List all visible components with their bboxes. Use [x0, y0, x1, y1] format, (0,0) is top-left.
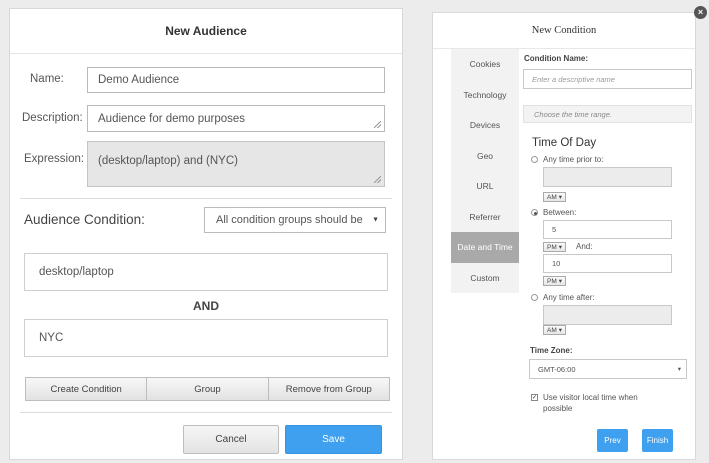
chevron-down-icon: ▾	[558, 244, 563, 251]
expression-value: (desktop/laptop) and (NYC)	[98, 155, 238, 167]
new-audience-dialog: New Audience Name: Demo Audience Descrip…	[9, 8, 403, 460]
expression-input: (desktop/laptop) and (NYC)	[87, 141, 385, 187]
chevron-down-icon: ▾	[677, 366, 681, 373]
between-start-ampm-value: PM	[547, 243, 557, 251]
between-label: Between:	[543, 208, 577, 217]
expression-label: Expression:	[24, 153, 85, 165]
nav-item-cookies[interactable]: Cookies	[451, 49, 519, 80]
and-operator: AND	[193, 299, 219, 313]
between-radio[interactable]	[531, 209, 538, 216]
description-label: Description:	[22, 112, 83, 124]
prior-time-input	[543, 167, 672, 187]
condition-name-label: Condition Name:	[524, 54, 588, 63]
create-condition-button[interactable]: Create Condition	[26, 378, 148, 400]
nav-item-date-and-time[interactable]: Date and Time	[451, 232, 519, 263]
audience-condition-title: Audience Condition:	[24, 212, 145, 227]
prev-button[interactable]: Prev	[597, 429, 628, 452]
local-time-label-cont: possible	[543, 404, 573, 413]
time-range-hint: Choose the time range.	[523, 105, 692, 123]
condition-group-value: All condition groups should be	[216, 214, 363, 226]
chevron-down-icon: ▾	[558, 278, 563, 285]
after-ampm-select[interactable]: AM ▾	[543, 325, 567, 335]
between-start-ampm-select[interactable]: PM ▾	[543, 242, 567, 252]
local-time-label: Use visitor local time when	[543, 393, 638, 402]
new-condition-dialog: New Condition Cookies Technology Devices…	[432, 12, 696, 460]
between-end-ampm-value: PM	[547, 277, 557, 285]
prior-ampm-select[interactable]: AM ▾	[543, 192, 567, 202]
description-value: Audience for demo purposes	[98, 112, 246, 125]
name-value: Demo Audience	[98, 74, 180, 86]
audience-dialog-title: New Audience	[10, 9, 402, 54]
condition-name-placeholder: Enter a descriptive name	[532, 74, 615, 84]
time-of-day-title: Time Of Day	[532, 137, 597, 149]
nav-item-referrer[interactable]: Referrer	[451, 202, 519, 233]
between-start-input[interactable]: 5	[543, 220, 672, 239]
local-time-checkbox[interactable]: ✓	[531, 394, 538, 401]
timezone-select[interactable]: GMT-06:00 ▾	[529, 359, 687, 379]
close-icon[interactable]: ×	[694, 6, 707, 19]
chevron-down-icon: ▼	[372, 216, 379, 224]
after-label: Any time after:	[543, 293, 595, 302]
timezone-value: GMT-06:00	[538, 364, 576, 374]
chevron-down-icon: ▾	[558, 327, 563, 334]
nav-item-custom[interactable]: Custom	[451, 263, 519, 294]
remove-from-group-button[interactable]: Remove from Group	[268, 378, 389, 400]
description-input[interactable]: Audience for demo purposes	[87, 105, 385, 132]
nav-item-devices[interactable]: Devices	[451, 110, 519, 141]
group-button[interactable]: Group	[147, 378, 269, 400]
cancel-button[interactable]: Cancel	[183, 425, 279, 454]
between-start-value: 5	[552, 225, 557, 234]
condition-toolbar: Create Condition Group Remove from Group	[25, 377, 390, 401]
condition-type-nav: Cookies Technology Devices Geo URL Refer…	[451, 49, 519, 293]
prior-ampm-value: AM	[547, 193, 557, 201]
resize-grip-icon[interactable]	[374, 121, 381, 128]
condition-item[interactable]: desktop/laptop	[24, 253, 388, 291]
timezone-label: Time Zone:	[530, 346, 573, 355]
nav-item-url[interactable]: URL	[451, 171, 519, 202]
after-time-input	[543, 305, 672, 325]
prior-radio[interactable]	[531, 156, 538, 163]
condition-label: NYC	[39, 332, 64, 344]
between-end-input[interactable]: 10	[543, 254, 672, 273]
condition-item[interactable]: NYC	[24, 319, 388, 357]
between-end-ampm-select[interactable]: PM ▾	[543, 276, 567, 286]
and-label: And:	[576, 242, 593, 251]
after-radio[interactable]	[531, 294, 538, 301]
chevron-down-icon: ▾	[558, 194, 563, 201]
resize-grip-icon	[374, 176, 381, 183]
prior-label: Any time prior to:	[543, 155, 604, 164]
name-label: Name:	[30, 73, 64, 85]
nav-item-geo[interactable]: Geo	[451, 141, 519, 172]
finish-button[interactable]: Finish	[642, 429, 673, 452]
condition-name-input[interactable]: Enter a descriptive name	[523, 69, 692, 89]
between-end-value: 10	[552, 259, 561, 268]
divider	[20, 412, 392, 413]
condition-label: desktop/laptop	[39, 266, 114, 278]
nav-item-technology[interactable]: Technology	[451, 80, 519, 111]
condition-dialog-title: New Condition	[433, 13, 695, 49]
after-ampm-value: AM	[547, 326, 557, 334]
condition-group-select[interactable]: All condition groups should be ▼	[204, 207, 386, 233]
save-button[interactable]: Save	[285, 425, 382, 454]
divider	[20, 198, 392, 199]
name-input[interactable]: Demo Audience	[87, 67, 385, 93]
